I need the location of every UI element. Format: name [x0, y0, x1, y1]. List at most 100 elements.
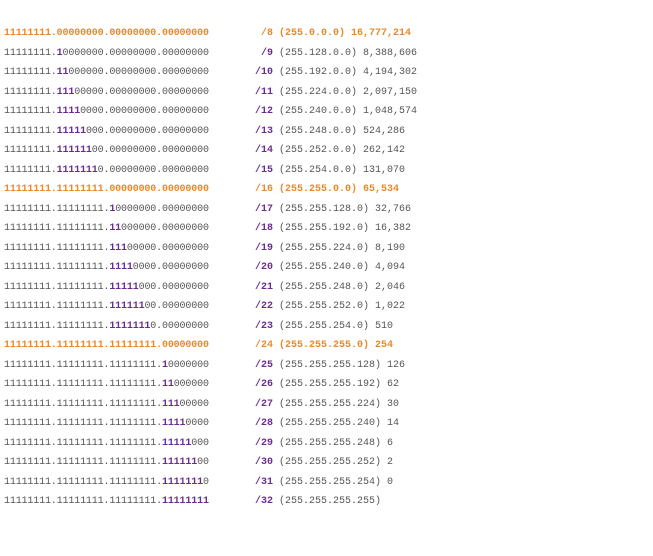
network-bits: 11111111.11111111.: [4, 203, 110, 215]
host-count: 8,388,606: [363, 47, 418, 59]
table-row: 11111111.11111100.00000000.00000000/14 (2…: [4, 141, 649, 161]
subnet-bits: 111111: [109, 301, 145, 312]
cidr-prefix: /13: [254, 125, 273, 137]
network-bits: 11111111.11111111.: [4, 184, 110, 195]
dotted-mask: (255.224.0.0): [279, 86, 358, 98]
host-bits: 0000.00000000.00000000: [80, 106, 209, 117]
cidr-prefix: /8: [260, 28, 273, 39]
mask-info: (255.255.255.192) 62: [279, 375, 399, 395]
subnet-bits: 111111: [161, 457, 198, 468]
subnet-bits: 11111: [161, 437, 192, 449]
binary-mask: 11111111.11111111.11111110.00000000: [4, 317, 209, 337]
network-bits: 11111111.: [4, 86, 57, 98]
network-bits: 11111111.11111111.: [4, 320, 110, 332]
host-count: 126: [387, 359, 406, 371]
table-row: 11111111.11111111.11111111.11111000/29 (2…: [4, 434, 649, 454]
host-bits: 0000000.00000000: [115, 203, 209, 215]
mask-info: (255.224.0.0) 2,097,150: [279, 83, 417, 103]
host-bits: 00000000: [161, 340, 209, 351]
network-bits: 11111111.11111111.11111111.: [4, 340, 162, 351]
cidr-prefix: /21: [254, 281, 273, 293]
cidr-prefix: /31: [254, 476, 273, 488]
table-row: 11111111.11111111.11111110.00000000/23 (2…: [4, 317, 649, 337]
dotted-mask: (255.254.0.0): [279, 164, 358, 176]
host-count: 0: [387, 476, 394, 488]
table-row: 11111111.11111111.11111111.11111110/31 (2…: [4, 473, 649, 493]
mask-info: (255.255.252.0) 1,022: [279, 297, 405, 317]
table-row: 11111111.11111111.11111111.11111111/32 (2…: [4, 492, 649, 512]
mask-info: (255.254.0.0) 131,070: [279, 161, 405, 181]
host-bits: 0000.00000000: [132, 262, 209, 273]
cidr-prefix: /18: [254, 223, 273, 234]
mask-info: (255.255.255.248) 6: [279, 434, 393, 454]
cidr-prefix: /20: [254, 262, 273, 273]
host-count: 510: [375, 320, 394, 332]
table-row: 11111111.10000000.00000000.00000000/9 (25…: [4, 44, 649, 64]
subnet-bits: 1111: [161, 418, 186, 429]
mask-info: (255.252.0.0) 262,142: [279, 141, 405, 161]
dotted-mask: (255.255.248.0): [279, 281, 370, 293]
dotted-mask: (255.128.0.0): [279, 47, 358, 59]
cidr-prefix: /30: [254, 457, 273, 468]
network-bits: 11111111.11111111.11111111.: [4, 418, 162, 429]
binary-mask: 11111111.11111111.11100000.00000000: [4, 239, 209, 259]
mask-info: (255.255.0.0) 65,534: [279, 180, 399, 200]
binary-mask: 11111111.11111111.11111111.11111000: [4, 434, 209, 454]
dotted-mask: (255.255.255.254): [279, 476, 382, 488]
cidr-prefix: /29: [254, 437, 273, 449]
host-count: 254: [375, 340, 394, 351]
network-bits: 11111111.11111111.11111111.: [4, 359, 162, 371]
host-bits: 000000: [173, 379, 209, 390]
host-bits: 0000: [185, 418, 209, 429]
table-row: 11111111.11111111.11111111.11100000/27 (2…: [4, 395, 649, 415]
host-count: 16,777,214: [351, 28, 412, 39]
cidr-prefix: /28: [254, 418, 273, 429]
mask-info: (255.240.0.0) 1,048,574: [279, 102, 417, 122]
cidr-prefix: /27: [254, 398, 273, 410]
host-count: 2,097,150: [363, 86, 418, 98]
host-count: 14: [387, 418, 400, 429]
host-bits: 00000.00000000: [126, 242, 209, 254]
host-count: 65,534: [363, 184, 400, 195]
table-row: 11111111.00000000.00000000.00000000/8 (25…: [4, 24, 649, 44]
subnet-bits: 111: [56, 86, 75, 98]
mask-info: (255.128.0.0) 8,388,606: [279, 44, 417, 64]
network-bits: 11111111.: [4, 125, 57, 137]
mask-info: (255.255.224.0) 8,190: [279, 239, 405, 259]
binary-mask: 11111111.11111111.10000000.00000000: [4, 200, 209, 220]
table-row: 11111111.11111111.11111100.00000000/22 (2…: [4, 297, 649, 317]
network-bits: 11111111.: [4, 28, 57, 39]
table-row: 11111111.11111111.11111111.00000000/24 (2…: [4, 336, 649, 356]
table-row: 11111111.11000000.00000000.00000000/10 (2…: [4, 63, 649, 83]
network-bits: 11111111.: [4, 164, 57, 176]
binary-mask: 11111111.11111111.11111111.00000000: [4, 336, 209, 356]
host-count: 131,070: [363, 164, 406, 176]
mask-info: (255.255.255.224) 30: [279, 395, 399, 415]
host-bits: 000.00000000.00000000: [85, 125, 209, 137]
dotted-mask: (255.248.0.0): [279, 125, 358, 137]
host-bits: 00.00000000: [144, 301, 209, 312]
table-row: 11111111.11110000.00000000.00000000/12 (2…: [4, 102, 649, 122]
network-bits: 11111111.11111111.: [4, 223, 110, 234]
dotted-mask: (255.255.128.0): [279, 203, 370, 215]
network-bits: 11111111.: [4, 67, 57, 78]
binary-mask: 11111111.11111000.00000000.00000000: [4, 122, 209, 142]
mask-info: (255.248.0.0) 524,286: [279, 122, 405, 142]
mask-info: (255.255.192.0) 16,382: [279, 219, 411, 239]
binary-mask: 11111111.11111100.00000000.00000000: [4, 141, 209, 161]
table-row: 11111111.11111111.11111000.00000000/21 (2…: [4, 278, 649, 298]
mask-info: (255.255.255.240) 14: [279, 414, 399, 434]
dotted-mask: (255.255.255.0): [279, 340, 370, 351]
dotted-mask: (255.255.255.255): [279, 496, 382, 507]
dotted-mask: (255.255.192.0): [279, 223, 370, 234]
binary-mask: 11111111.11111111.00000000.00000000: [4, 180, 209, 200]
subnet-bits: 1111111: [109, 320, 151, 332]
dotted-mask: (255.255.0.0): [279, 184, 358, 195]
cidr-prefix: /25: [254, 359, 273, 371]
dotted-mask: (255.192.0.0): [279, 67, 358, 78]
dotted-mask: (255.252.0.0): [279, 145, 358, 156]
dotted-mask: (255.0.0.0): [279, 28, 346, 39]
host-count: 16,382: [375, 223, 412, 234]
mask-info: (255.0.0.0) 16,777,214: [279, 24, 411, 44]
cidr-prefix: /14: [254, 145, 273, 156]
